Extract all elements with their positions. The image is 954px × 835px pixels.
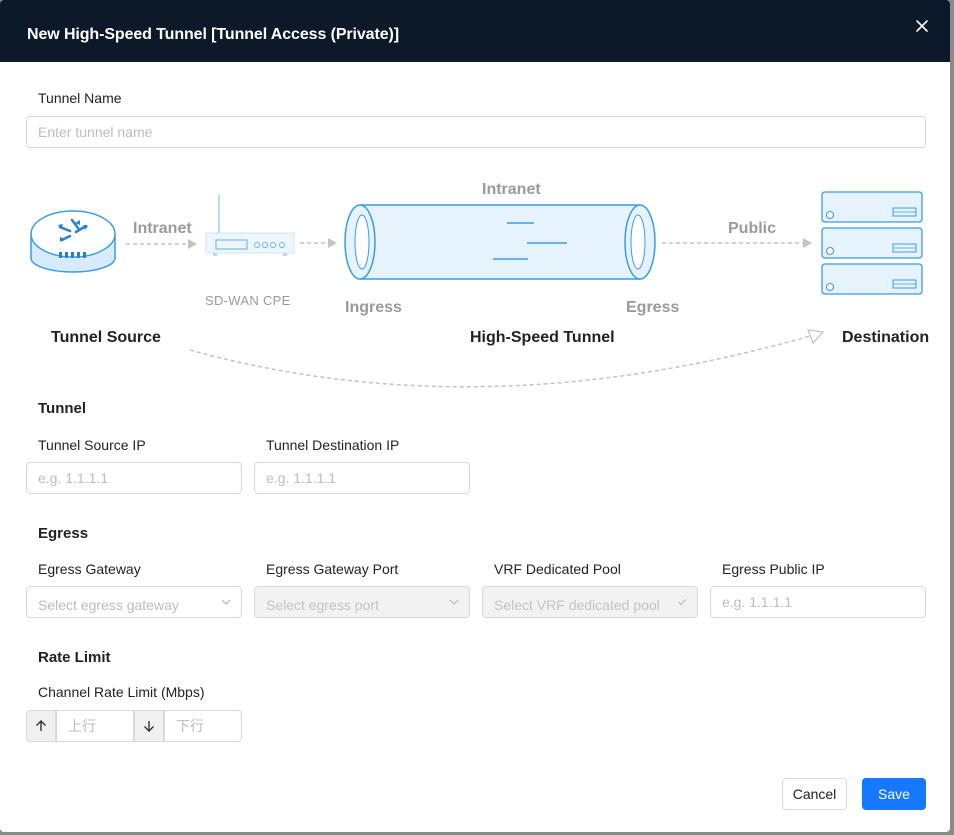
chevron-down-icon bbox=[221, 599, 231, 605]
vrf-dedicated-pool-select[interactable]: Select VRF dedicated pool bbox=[482, 586, 698, 618]
tunnel-destination-ip-label: Tunnel Destination IP bbox=[266, 437, 400, 453]
tunnel-source-ip-input[interactable] bbox=[26, 462, 242, 494]
arrow-up-icon bbox=[36, 720, 46, 731]
channel-rate-limit-group bbox=[26, 710, 243, 742]
tunnel-source-ip-label: Tunnel Source IP bbox=[38, 437, 146, 453]
download-addon bbox=[134, 710, 164, 742]
cancel-button[interactable]: Cancel bbox=[782, 778, 847, 810]
rate-limit-section-title: Rate Limit bbox=[38, 649, 111, 666]
new-tunnel-dialog: New High-Speed Tunnel [Tunnel Access (Pr… bbox=[0, 0, 950, 832]
egress-gateway-placeholder: Select egress gateway bbox=[38, 597, 179, 613]
intranet-top-label: Intranet bbox=[482, 181, 541, 198]
diagram-graphics bbox=[30, 191, 923, 388]
high-speed-tunnel-label: High-Speed Tunnel bbox=[470, 329, 615, 346]
tunnel-source-label: Tunnel Source bbox=[51, 329, 161, 346]
public-label: Public bbox=[728, 220, 777, 237]
close-icon bbox=[916, 20, 928, 32]
tunnel-section-title: Tunnel bbox=[38, 400, 87, 417]
intranet-left-label: Intranet bbox=[133, 220, 192, 237]
egress-gateway-port-label: Egress Gateway Port bbox=[266, 561, 399, 577]
tunnel-destination-ip-input[interactable] bbox=[254, 462, 470, 494]
upload-rate-input[interactable] bbox=[56, 710, 134, 742]
tunnel-topology-diagram: Intranet Intranet Public SD-WAN CPE Ingr… bbox=[0, 170, 950, 400]
vrf-dedicated-pool-label: VRF Dedicated Pool bbox=[494, 561, 621, 577]
router-icon bbox=[30, 210, 116, 273]
chevron-down-icon bbox=[449, 599, 459, 605]
sd-wan-cpe-icon bbox=[205, 195, 295, 256]
egress-gateway-port-select[interactable]: Select egress port bbox=[254, 586, 470, 618]
vrf-dedicated-pool-placeholder: Select VRF dedicated pool bbox=[494, 597, 660, 613]
cpe-label: SD-WAN CPE bbox=[205, 293, 291, 308]
tunnel-pipe-icon bbox=[344, 204, 656, 280]
destination-label: Destination bbox=[842, 329, 930, 346]
tunnel-name-label: Tunnel Name bbox=[38, 90, 122, 106]
ingress-label: Ingress bbox=[345, 299, 402, 316]
tunnel-name-input[interactable] bbox=[26, 116, 926, 148]
server-stack-icon bbox=[821, 191, 923, 295]
check-icon bbox=[678, 599, 686, 606]
egress-gateway-select[interactable]: Select egress gateway bbox=[26, 586, 242, 618]
egress-section-title: Egress bbox=[38, 525, 89, 542]
dialog-header: New High-Speed Tunnel [Tunnel Access (Pr… bbox=[0, 0, 950, 62]
egress-gateway-label: Egress Gateway bbox=[38, 561, 141, 577]
egress-public-ip-label: Egress Public IP bbox=[722, 561, 825, 577]
egress-gateway-port-placeholder: Select egress port bbox=[266, 597, 379, 613]
upload-addon bbox=[26, 710, 56, 742]
channel-rate-limit-label: Channel Rate Limit (Mbps) bbox=[38, 684, 205, 700]
arrow-down-icon bbox=[144, 721, 154, 732]
dialog-title: New High-Speed Tunnel [Tunnel Access (Pr… bbox=[27, 26, 399, 43]
save-button[interactable]: Save bbox=[862, 778, 926, 810]
download-rate-input[interactable] bbox=[164, 710, 242, 742]
egress-label: Egress bbox=[626, 299, 680, 316]
egress-public-ip-input[interactable] bbox=[710, 586, 926, 618]
close-button[interactable] bbox=[910, 14, 934, 38]
